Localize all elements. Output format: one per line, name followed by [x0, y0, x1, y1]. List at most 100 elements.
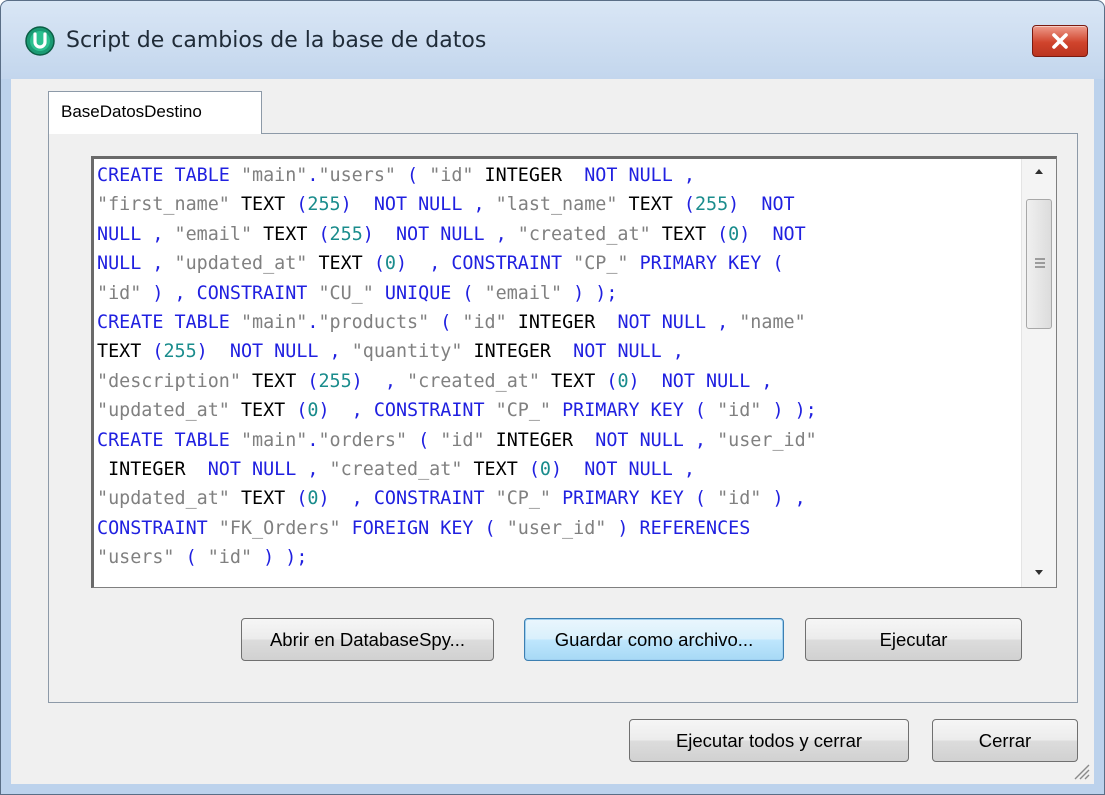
code-token-typ: INTEGER — [473, 165, 585, 186]
code-token-str: "last_name" — [495, 194, 618, 216]
code-token-kw: ( — [683, 194, 695, 216]
code-token-str: "CU_" — [318, 282, 374, 304]
code-token-kw: ) NOT — [739, 223, 806, 245]
code-token-typ: TEXT — [252, 223, 319, 245]
code-token-kw: ) , CONSTRAINT — [395, 253, 574, 275]
code-token-str: "updated_at" — [97, 488, 230, 510]
code-token-kw: ) NOT — [728, 194, 795, 216]
code-token-kw: ( — [606, 370, 618, 392]
code-token-kw: ( — [429, 312, 463, 334]
code-token-num: 0 — [384, 253, 396, 275]
code-line: "updated_at" TEXT (0) , CONSTRAINT "CP_"… — [97, 396, 1012, 425]
code-token-kw: . — [307, 429, 319, 451]
code-token-str: "products" — [318, 312, 430, 334]
scroll-grip-icon — [1035, 258, 1045, 268]
tab-basedatosdestino[interactable]: BaseDatosDestino — [48, 91, 262, 134]
code-token-kw: . — [307, 165, 319, 186]
code-token-kw: ( — [528, 459, 540, 481]
altova-u-icon — [25, 26, 55, 56]
code-token-str: "orders" — [318, 429, 408, 451]
code-token-str: "FK_Orders" — [218, 517, 341, 539]
code-token-kw: ( — [152, 341, 164, 363]
execute-button[interactable]: Ejecutar — [805, 618, 1022, 661]
title-bar[interactable]: Script de cambios de la base de datos — [1, 1, 1104, 79]
code-token-str: "email" — [174, 223, 253, 245]
close-button[interactable]: Cerrar — [932, 719, 1078, 762]
code-token-kw: ) ); — [252, 547, 308, 569]
code-token-kw: NOT NULL , — [617, 312, 740, 334]
code-token-str: "id" — [440, 429, 485, 451]
code-token-kw: ) , — [351, 370, 408, 392]
code-token-str: "email" — [484, 282, 563, 304]
code-token-kw: ) NOT NULL , — [340, 194, 496, 216]
code-token-num: 0 — [728, 223, 740, 245]
code-token-kw: CREATE TABLE — [97, 312, 241, 334]
code-line: CREATE TABLE "main"."products" ( "id" IN… — [97, 308, 1012, 337]
code-token-kw: ) ); — [562, 282, 618, 304]
code-token-kw: FOREIGN KEY ( — [340, 517, 507, 539]
scroll-up-arrow-icon[interactable] — [1030, 163, 1048, 181]
dialog-client-area: BaseDatosDestino CREATE TABLE "main". "us… — [11, 79, 1094, 784]
window-close-button[interactable] — [1032, 25, 1088, 57]
tab-label: BaseDatosDestino — [61, 102, 202, 121]
code-token-typ: TEXT — [307, 253, 374, 275]
code-token-str: "id" — [207, 547, 253, 569]
code-token-str: "created_at" — [407, 370, 540, 392]
code-token-kw: NOT NULL , — [573, 341, 684, 363]
code-token-num: 255 — [307, 194, 341, 216]
dialog-window: Script de cambios de la base de datos Ba… — [0, 0, 1105, 795]
code-line: NULL , "email" TEXT (255) NOT NULL , "cr… — [97, 220, 1012, 249]
scroll-down-arrow-icon[interactable] — [1030, 563, 1048, 581]
code-token-num: 0 — [307, 400, 319, 422]
code-token-kw: ( — [373, 253, 385, 275]
vertical-scrollbar[interactable] — [1021, 159, 1056, 587]
code-line: TEXT (255) NOT NULL , "quantity" INTEGER… — [97, 337, 1012, 366]
sql-code[interactable]: CREATE TABLE "main". "users" ( "id" INTEG… — [97, 161, 1012, 573]
code-token-kw: ) REFERENCES — [606, 517, 751, 539]
execute-all-and-close-button[interactable]: Ejecutar todos y cerrar — [629, 719, 909, 762]
code-token-typ: INTEGER — [97, 459, 208, 481]
code-token-typ: TEXT — [229, 488, 297, 510]
code-token-kw: ( — [296, 400, 308, 422]
close-x-icon — [1052, 33, 1068, 49]
save-as-file-button[interactable]: Guardar como archivo... — [524, 618, 784, 661]
code-token-str: "CP_" — [495, 488, 551, 510]
code-token-kw: ( — [174, 547, 208, 569]
code-token-kw: ) NOT NULL , — [628, 370, 773, 392]
code-token-kw: CREATE TABLE — [97, 165, 241, 186]
tab-panel: CREATE TABLE "main". "users" ( "id" INTEG… — [48, 133, 1078, 703]
code-token-str: "id" — [717, 488, 762, 510]
sql-script-editor[interactable]: CREATE TABLE "main". "users" ( "id" INTEG… — [91, 156, 1057, 588]
code-token-kw: ) , CONSTRAINT — [318, 488, 496, 510]
resize-grip-icon[interactable] — [1070, 760, 1090, 780]
code-token-kw: ( — [717, 223, 729, 245]
code-token-str: "updated_at" — [97, 400, 230, 422]
code-line: INTEGER NOT NULL , "created_at" TEXT (0)… — [97, 455, 1012, 484]
code-token-num: 255 — [318, 370, 352, 392]
code-token-kw: PRIMARY KEY ( — [551, 400, 718, 422]
code-token-kw: NOT NULL , — [207, 459, 330, 481]
code-token-str: "CP_" — [573, 253, 629, 275]
code-token-str: "created_at" — [329, 459, 463, 481]
code-token-kw: ( — [318, 223, 330, 245]
code-token-num: 255 — [329, 223, 363, 245]
code-token-kw: ( — [296, 194, 308, 216]
code-token-num: 255 — [163, 341, 197, 363]
code-token-typ: INTEGER — [506, 312, 618, 334]
code-token-str: "main" — [240, 429, 308, 451]
code-token-kw: ) , — [761, 488, 806, 510]
code-token-typ: TEXT — [229, 400, 297, 422]
code-token-num: 255 — [694, 194, 729, 216]
code-token-kw: NOT NULL , — [595, 429, 718, 451]
code-token-str: "created_at" — [517, 223, 651, 245]
code-token-kw: ( — [407, 429, 441, 451]
scrollbar-thumb[interactable] — [1026, 199, 1052, 329]
code-token-kw: ( — [395, 165, 430, 186]
code-token-str: "user_id" — [506, 517, 607, 539]
code-token-str: "users" — [97, 547, 175, 569]
code-token-kw: PRIMARY KEY ( — [551, 488, 718, 510]
code-token-kw: UNIQUE ( — [373, 282, 485, 304]
code-token-str: "CP_" — [495, 400, 551, 422]
code-token-kw: NULL , — [97, 223, 175, 245]
open-in-databasespy-button[interactable]: Abrir en DatabaseSpy... — [241, 618, 494, 661]
